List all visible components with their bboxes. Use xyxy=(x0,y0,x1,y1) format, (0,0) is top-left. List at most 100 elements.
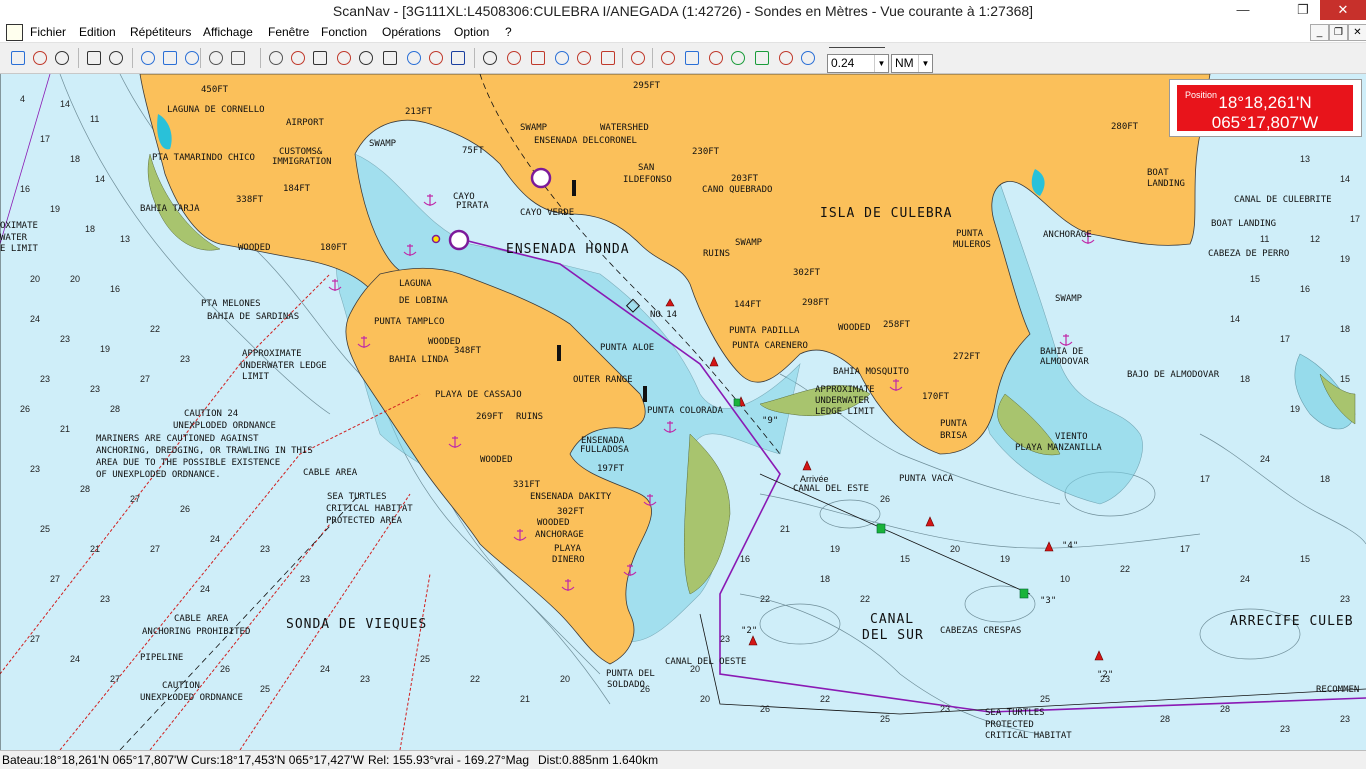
layers-button[interactable] xyxy=(480,48,500,68)
compass-icon xyxy=(555,51,569,65)
close-window-button[interactable]: ✕ xyxy=(1320,0,1366,20)
minimize-window-button[interactable]: — xyxy=(1228,0,1258,20)
mdi-minimize-button[interactable]: _ xyxy=(1310,24,1329,41)
height-label: 180FT xyxy=(320,243,348,253)
route-icon xyxy=(337,51,351,65)
notice-label: PROTECTED xyxy=(985,720,1034,730)
menu-operations[interactable]: Opérations xyxy=(382,25,441,39)
menu-fenetre[interactable]: Fenêtre xyxy=(268,25,309,39)
save-button[interactable] xyxy=(52,48,72,68)
help-cursor-button[interactable] xyxy=(84,48,104,68)
reef-name-label: ARRECIFE CULEB xyxy=(1230,614,1354,629)
place-label: VIENTO xyxy=(1055,432,1088,442)
depth-sounding: 22 xyxy=(760,594,771,604)
nmea-button[interactable] xyxy=(528,48,548,68)
track-list-button[interactable] xyxy=(776,48,796,68)
menu-fonction[interactable]: Fonction xyxy=(321,25,367,39)
vegetation-label: WOODED xyxy=(238,243,271,253)
image-icon xyxy=(709,51,723,65)
depth-sounding: 26 xyxy=(20,404,31,414)
depth-sounding: 22 xyxy=(820,694,831,704)
instruments-icon xyxy=(685,51,699,65)
height-label: 170FT xyxy=(922,392,950,402)
app-icon[interactable] xyxy=(6,24,23,41)
notice-label: MARINERS ARE CAUTIONED AGAINST xyxy=(96,434,259,444)
mdi-restore-button[interactable]: ❐ xyxy=(1329,24,1348,41)
open-chart-button[interactable] xyxy=(30,48,50,68)
depth-sounding: 22 xyxy=(1120,564,1131,574)
place-label: CABEZA DE PERRO xyxy=(1208,249,1290,259)
compass-button[interactable] xyxy=(552,48,572,68)
height-label: 348FT xyxy=(454,346,482,356)
target-button[interactable] xyxy=(574,48,594,68)
depth-sounding: 20 xyxy=(30,274,41,284)
zoom-in-button[interactable] xyxy=(160,48,180,68)
image-button[interactable] xyxy=(706,48,726,68)
anchor-button[interactable] xyxy=(628,48,648,68)
edit-route-button[interactable] xyxy=(380,48,400,68)
toolbar-separator xyxy=(652,48,653,68)
select-rectangle-button[interactable] xyxy=(228,48,248,68)
depth-sounding: 19 xyxy=(830,544,841,554)
depth-sounding: 21 xyxy=(90,544,101,554)
depth-sounding: 18 xyxy=(85,224,96,234)
menu-repetiteurs[interactable]: Répétiteurs xyxy=(130,25,191,39)
zoom-slider[interactable] xyxy=(829,47,885,48)
route-button[interactable] xyxy=(334,48,354,68)
waypoint-button[interactable] xyxy=(310,48,330,68)
lifebuoy-button[interactable] xyxy=(658,48,678,68)
track-button[interactable] xyxy=(356,48,376,68)
maximize-window-button[interactable]: ❐ xyxy=(1288,0,1318,20)
nautical-chart[interactable]: 450FT LAGUNA DE CORNELLO AIRPORT 213FT P… xyxy=(0,74,1366,750)
notice-label: SEA TURTLES xyxy=(327,492,387,502)
depth-sounding: 25 xyxy=(260,684,271,694)
position-panel[interactable]: Position 18°18,261'N 065°17,807'W xyxy=(1169,79,1362,137)
tide-button[interactable] xyxy=(426,48,446,68)
place-label: BAJO DE ALMODOVAR xyxy=(1127,370,1220,380)
depth-sounding: 14 xyxy=(60,99,71,109)
unit-select[interactable]: NM ▼ xyxy=(891,54,933,73)
instruments-button[interactable] xyxy=(682,48,702,68)
height-label: 331FT xyxy=(513,480,541,490)
place-label: DE LOBINA xyxy=(399,296,448,306)
place-label: SAN xyxy=(638,163,655,173)
place-label: DINERO xyxy=(552,555,585,565)
menu-help[interactable]: ? xyxy=(505,25,512,39)
zoom-out-button[interactable] xyxy=(182,48,202,68)
height-label: 302FT xyxy=(557,507,585,517)
depth-sounding: 18 xyxy=(70,154,81,164)
boat-button[interactable] xyxy=(288,48,308,68)
menu-affichage[interactable]: Affichage xyxy=(203,25,253,39)
menu-edition[interactable]: Edition xyxy=(79,25,116,39)
depth-sounding: 23 xyxy=(300,574,311,584)
waypoint-list-button[interactable] xyxy=(728,48,748,68)
notice-label: UNEXPLODED ORDNANCE xyxy=(173,421,276,431)
position-display: Position 18°18,261'N 065°17,807'W xyxy=(1177,85,1353,132)
place-label: PUNTA COLORADA xyxy=(647,406,723,416)
print-button[interactable] xyxy=(106,48,126,68)
place-label: CABEZAS CRESPAS xyxy=(940,626,1022,636)
text-tool-button[interactable] xyxy=(448,48,468,68)
menu-fichier[interactable]: Fichier xyxy=(30,25,66,39)
route-list-button[interactable] xyxy=(752,48,772,68)
hand-pan-button[interactable] xyxy=(206,48,226,68)
tide-icon xyxy=(429,51,443,65)
place-label: BAHIA DE xyxy=(1040,347,1084,357)
height-label: 269FT xyxy=(476,412,504,422)
edit-route-icon xyxy=(383,51,397,65)
mdi-close-button[interactable]: ✕ xyxy=(1348,24,1366,41)
target-icon xyxy=(577,51,591,65)
channel-label: CANAL DEL OESTE xyxy=(665,657,747,667)
measure-button[interactable] xyxy=(404,48,424,68)
gps-button[interactable] xyxy=(504,48,524,68)
new-chart-button[interactable] xyxy=(8,48,28,68)
help-button[interactable] xyxy=(138,48,158,68)
depth-sounding: 28 xyxy=(1220,704,1231,714)
auto-button[interactable] xyxy=(598,48,618,68)
arrow-right-button[interactable] xyxy=(798,48,818,68)
place-label: PUNTA TAMPLCO xyxy=(374,317,445,327)
place-label: LANDING xyxy=(1147,179,1185,189)
menu-option[interactable]: Option xyxy=(454,25,489,39)
zoom-rectangle-button[interactable] xyxy=(266,48,286,68)
zoom-select[interactable]: 0.24 ▼ xyxy=(827,54,889,73)
